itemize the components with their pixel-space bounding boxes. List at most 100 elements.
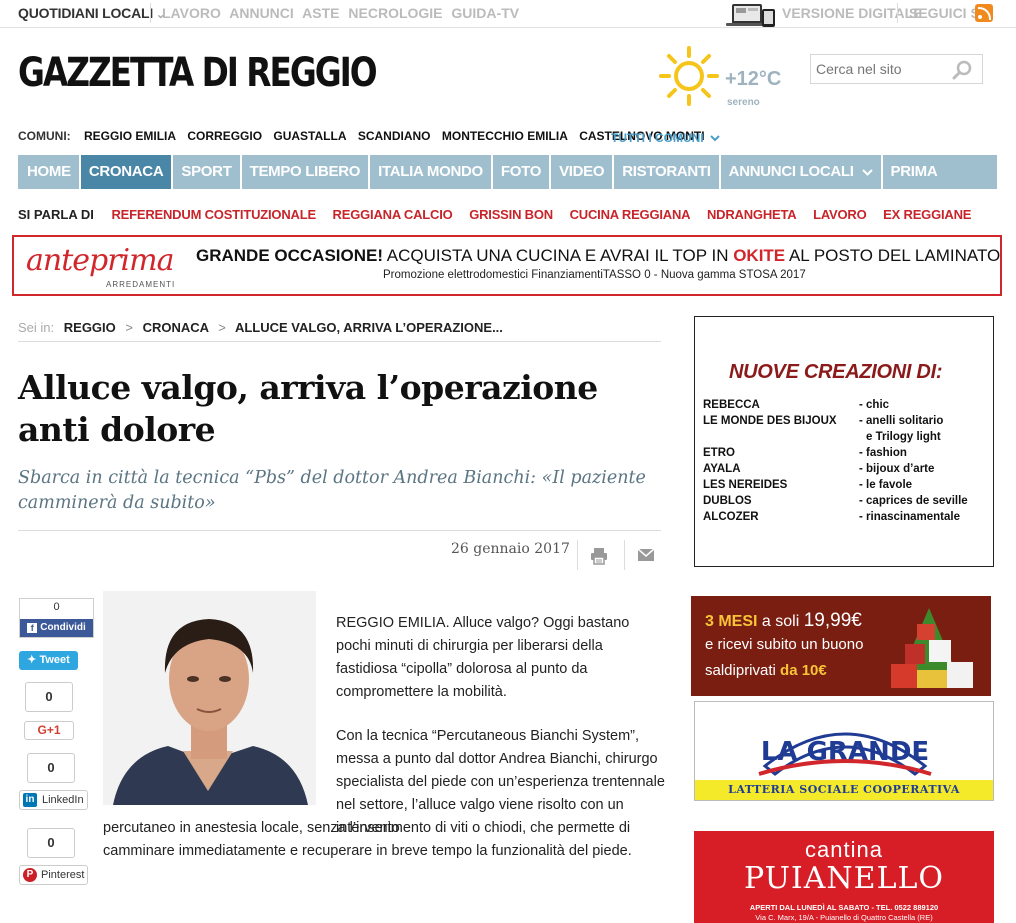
comune-guastalla[interactable]: GUASTALLA [273, 129, 346, 143]
tag-reggiana-calcio[interactable]: REGGIANA CALCIO [333, 207, 453, 222]
search-box [810, 54, 983, 84]
search-icon[interactable] [952, 60, 972, 80]
breadcrumb-separator: > [125, 320, 133, 335]
top-link-lavoro[interactable]: LAVORO [162, 5, 221, 21]
nav-annunci-locali[interactable]: ANNUNCI LOCALI [721, 155, 883, 189]
linkedin-icon: in [23, 793, 37, 807]
twitter-icon: ✦ [27, 654, 40, 666]
ad-row-name: ETRO [703, 447, 735, 459]
comune-reggio-emilia[interactable]: REGGIO EMILIA [84, 129, 176, 143]
ad-la-grande[interactable]: LA GRANDE LATTERIA SOCIALE COOPERATIVA [694, 701, 994, 801]
pinterest-label: Pinterest [41, 869, 85, 881]
si-parla-di-bar: SI PARLA DI REFERENDUM COSTITUZIONALE RE… [18, 207, 984, 222]
ad-row-desc: - le favole [859, 479, 913, 491]
nav-sport[interactable]: SPORT [173, 155, 242, 189]
site-logo[interactable]: GAZZETTA DI REGGIO [18, 50, 378, 96]
nav-annunci-label: ANNUNCI LOCALI [728, 163, 854, 180]
top-link-necrologie[interactable]: NECROLOGIE [348, 5, 442, 21]
facebook-share-button[interactable]: 0 f Condividi [19, 598, 94, 638]
ad-saldi-asoli: a soli [757, 613, 804, 630]
banner-subline: Promozione elettrodomestici Finanziament… [383, 269, 806, 281]
nav-ristoranti[interactable]: RISTORANTI [614, 155, 721, 189]
comune-montecchio-emilia[interactable]: MONTECCHIO EMILIA [442, 129, 568, 143]
breadcrumb-reggio[interactable]: REGGIO [64, 320, 116, 335]
divider [18, 341, 661, 342]
divider [18, 530, 661, 531]
tutti-i-comuni-dropdown[interactable]: TUTTI I COMUNI [611, 131, 720, 145]
email-icon[interactable] [637, 548, 655, 562]
tag-lavoro[interactable]: LAVORO [813, 207, 867, 222]
article-paragraph: REGGIO EMILIA. Alluce valgo? Oggi bastan… [336, 615, 630, 700]
rss-icon[interactable] [975, 4, 993, 22]
cantina-hours: APERTI DAL LUNEDÌ AL SABATO - TEL. 0522 … [749, 903, 939, 912]
divider [577, 540, 578, 570]
article-subtitle: Sbarca in città la tecnica “Pbs” del dot… [18, 468, 646, 513]
ad-saldi-line1: 3 MESI a soli 19,99€ [705, 610, 862, 632]
print-icon[interactable] [590, 547, 608, 565]
comune-correggio[interactable]: CORREGGIO [187, 129, 262, 143]
top-link-annunci[interactable]: ANNUNCI [229, 5, 294, 21]
breadcrumb-label: Sei in: [18, 320, 55, 335]
ad-row-desc: - rinascinamentale [859, 511, 960, 523]
nav-foto[interactable]: FOTO [493, 155, 552, 189]
ad-cantina-puianello[interactable]: cantina PUIANELLO APERTI DAL LUNEDÌ AL S… [694, 831, 994, 923]
banner-ad-anteprima[interactable]: anteprima ARREDAMENTI GRANDE OCCASIONE! … [12, 235, 1002, 296]
ad-row-name: REBECCA [703, 399, 760, 411]
comuni-label: COMUNI: [18, 129, 71, 143]
ad-jewelry[interactable]: NUOVE CREAZIONI DI: REBECCA - chic LE MO… [694, 316, 994, 567]
si-parla-label: SI PARLA DI [18, 207, 94, 222]
nav-cronaca[interactable]: CRONACA [80, 155, 174, 189]
ad-row-name: AYALA [703, 463, 741, 475]
main-nav: HOME CRONACA SPORT TEMPO LIBERO ITALIA M… [18, 155, 997, 189]
ad-row-name: ALCOZER [703, 511, 759, 523]
tag-grissin-bon[interactable]: GRISSIN BON [469, 207, 553, 222]
breadcrumb: Sei in: REGGIO > CRONACA > ALLUCE VALGO,… [18, 320, 503, 335]
versione-digitale-link[interactable]: VERSIONE DIGITALE [782, 5, 923, 21]
search-input[interactable] [811, 55, 951, 83]
digital-devices-icon[interactable] [724, 1, 778, 28]
nav-italia-mondo[interactable]: ITALIA MONDO [370, 155, 493, 189]
nav-home[interactable]: HOME [18, 155, 81, 189]
tag-cucina-reggiana[interactable]: CUCINA REGGIANA [570, 207, 691, 222]
nav-tempo-libero[interactable]: TEMPO LIBERO [242, 155, 371, 189]
la-grande-logo: LA GRANDE [758, 732, 932, 776]
tag-ndrangheta[interactable]: NDRANGHETA [707, 207, 797, 222]
banner-headline: GRANDE OCCASIONE! ACQUISTA UNA CUCINA E … [196, 246, 1000, 266]
top-bar: QUOTIDIANI LOCALI ⌄ LAVORO ANNUNCI ASTE N… [0, 0, 1016, 28]
comuni-bar: COMUNI: REGGIO EMILIA CORREGGIO GUASTALL… [18, 129, 713, 143]
facebook-icon: f [27, 623, 38, 633]
gplus-button[interactable]: G+1 [24, 721, 74, 740]
ad-saldi-privati[interactable]: 3 MESI a soli 19,99€ e ricevi subito un … [691, 596, 991, 696]
breadcrumb-cronaca[interactable]: CRONACA [143, 320, 209, 335]
ad-jewelry-heading: NUOVE CREAZIONI DI: [729, 361, 943, 383]
article-photo[interactable] [103, 591, 316, 805]
anteprima-sub: ARREDAMENTI [106, 280, 176, 289]
facebook-count: 0 [53, 601, 60, 613]
quotidiani-locali-menu[interactable]: QUOTIDIANI LOCALI ⌄ [18, 5, 165, 21]
sun-icon [659, 46, 719, 106]
ad-row-desc: - fashion [859, 447, 907, 459]
chevron-down-icon [710, 135, 720, 142]
tutti-label: TUTTI I COMUNI [611, 131, 704, 145]
top-link-aste[interactable]: ASTE [302, 5, 339, 21]
tag-ex-reggiane[interactable]: EX REGGIANE [883, 207, 971, 222]
ad-row-desc: - chic [859, 399, 890, 411]
linkedin-button[interactable]: in LinkedIn [19, 790, 88, 810]
pinterest-count: 0 [27, 828, 75, 858]
ad-la-grande-strip: LATTERIA SOCIALE COOPERATIVA [695, 780, 993, 800]
breadcrumb-current: ALLUCE VALGO, ARRIVA L’OPERAZIONE... [234, 320, 503, 335]
pinterest-button[interactable]: P Pinterest [19, 865, 88, 885]
ad-saldi-mesi: 3 MESI [705, 613, 758, 630]
comune-scandiano[interactable]: SCANDIANO [358, 129, 431, 143]
ad-saldi-price: 19,99€ [803, 610, 862, 631]
tag-referendum[interactable]: REFERENDUM COSTITUZIONALE [111, 207, 316, 222]
nav-video[interactable]: VIDEO [551, 155, 615, 189]
top-link-guida-tv[interactable]: GUIDA-TV [451, 5, 519, 21]
anteprima-logo: anteprima [26, 243, 174, 278]
top-links: LAVORO ANNUNCI ASTE NECROLOGIE GUIDA-TV [162, 5, 523, 21]
tweet-button[interactable]: ✦ Tweet [19, 651, 78, 670]
facebook-share-bar: f Condividi [20, 619, 93, 637]
nav-prima[interactable]: PRIMA [883, 155, 946, 189]
banner-head-rest: ACQUISTA UNA CUCINA E AVRAI IL TOP IN [383, 246, 734, 265]
tweet-label: Tweet [39, 654, 70, 666]
